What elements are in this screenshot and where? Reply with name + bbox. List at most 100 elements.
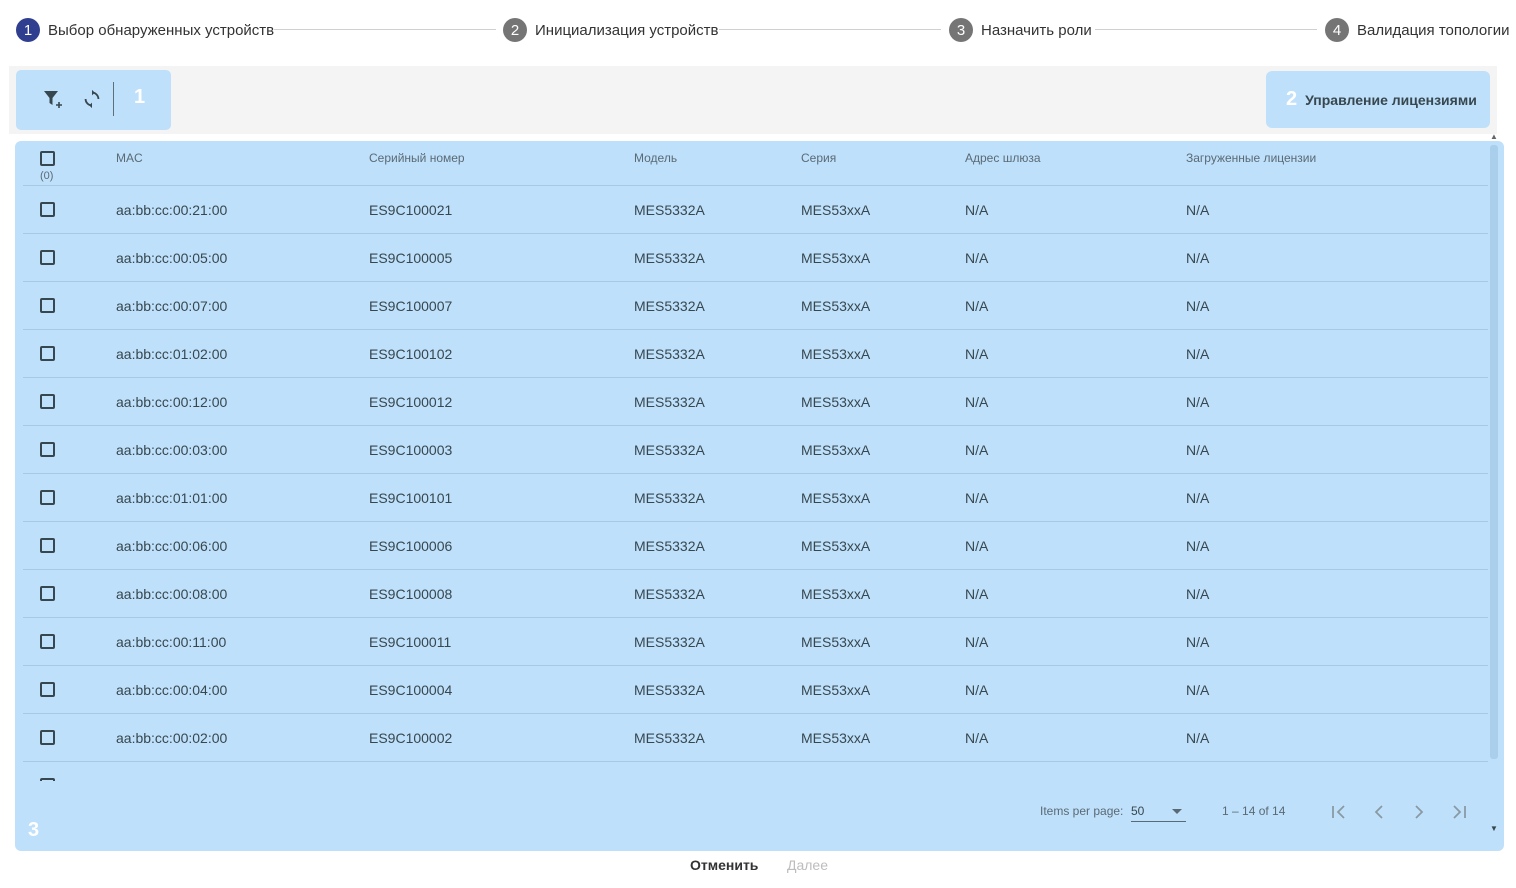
model-cell: MES5332A — [634, 250, 705, 266]
licenses-cell: N/A — [1186, 730, 1210, 746]
mac-cell: aa:bb:cc:00:08:00 — [116, 586, 228, 602]
first-page-icon[interactable] — [1327, 800, 1351, 824]
model-cell: MES5332A — [634, 730, 705, 746]
gateway-cell: N/A — [965, 346, 989, 362]
serial-cell: ES9C100012 — [369, 394, 453, 410]
licenses-cell: N/A — [1186, 394, 1210, 410]
next-button[interactable]: Далее — [787, 857, 828, 873]
series-cell: MES53xxA — [801, 298, 871, 314]
cancel-button[interactable]: Отменить — [690, 857, 758, 873]
table-row[interactable]: aa:bb:cc:00:12:00 ES9C100012 MES5332A MES53… — [23, 378, 1488, 426]
row-checkbox[interactable] — [40, 778, 55, 781]
model-cell: MES5332A — [634, 298, 705, 314]
row-checkbox[interactable] — [40, 682, 55, 697]
chevron-down-icon — [1172, 809, 1182, 814]
model-cell: MES5332A — [634, 682, 705, 698]
serial-cell: ES9C100011 — [369, 634, 452, 650]
column-header-series[interactable]: Серия — [801, 151, 836, 165]
items-per-page-label: Items per page: — [1040, 804, 1124, 818]
table-row[interactable]: aa:bb:cc:00:04:00 ES9C100004 MES5332A MES53… — [23, 666, 1488, 714]
gateway-cell: N/A — [965, 394, 989, 410]
mac-cell: aa:bb:cc:00:02:00 — [116, 730, 228, 746]
gateway-cell: N/A — [965, 298, 989, 314]
table-row[interactable]: aa:bb:cc:00:11:00 ES9C100011 MES5332A MES53… — [23, 618, 1488, 666]
step-validate-topology[interactable]: 4 Валидация топологии — [1325, 18, 1510, 42]
filter-add-icon[interactable] — [40, 86, 66, 112]
series-cell: MES53xxA — [801, 586, 871, 602]
table-row[interactable]: aa:bb:cc:00:06:00 ES9C100006 MES5332A MES53… — [23, 522, 1488, 570]
row-checkbox[interactable] — [40, 394, 55, 409]
license-management-button[interactable]: 2 Управление лицензиями — [1266, 71, 1490, 128]
table-row[interactable]: aa:bb:cc:01:02:00 ES9C100102 MES5332A MES53… — [23, 330, 1488, 378]
scroll-down-arrow[interactable]: ▼ — [1490, 824, 1498, 833]
gateway-cell: N/A — [965, 442, 989, 458]
step-label: Назначить роли — [981, 21, 1092, 39]
step-connector — [719, 29, 941, 30]
mac-cell: aa:bb:cc:00:11:00 — [116, 634, 227, 650]
last-page-icon[interactable] — [1447, 800, 1471, 824]
model-cell: MES5332A — [634, 634, 705, 650]
series-cell: MES53xxA — [801, 394, 871, 410]
model-cell: MES5332A — [634, 538, 705, 554]
row-checkbox[interactable] — [40, 634, 55, 649]
row-checkbox[interactable] — [40, 346, 55, 361]
serial-cell: ES9C100101 — [369, 490, 453, 506]
gateway-cell: N/A — [965, 778, 988, 781]
step-assign-roles[interactable]: 3 Назначить роли — [949, 18, 1092, 42]
column-header-serial[interactable]: Серийный номер — [369, 151, 465, 165]
table-row[interactable]: aa:bb:cc:00:07:00 ES9C100007 MES5332A MES53… — [23, 282, 1488, 330]
select-all-checkbox[interactable] — [40, 151, 55, 166]
step-number: 2 — [503, 18, 527, 42]
gateway-cell: N/A — [965, 682, 989, 698]
licenses-cell: N/A — [1186, 586, 1210, 602]
step-init-devices[interactable]: 2 Инициализация устройств — [503, 18, 718, 42]
row-checkbox[interactable] — [40, 730, 55, 745]
items-per-page-select[interactable]: 50 — [1131, 802, 1186, 822]
step-connector — [274, 29, 496, 30]
row-checkbox[interactable] — [40, 538, 55, 553]
table-row[interactable]: aa:bb:cc:00:22:00 ES9C100022 MES5332A MES53… — [23, 762, 1488, 781]
step-label: Выбор обнаруженных устройств — [48, 21, 275, 39]
step-select-devices[interactable]: 1 Выбор обнаруженных устройств — [16, 18, 274, 42]
column-header-gateway[interactable]: Адрес шлюза — [965, 151, 1041, 165]
column-header-licenses[interactable]: Загруженные лицензии — [1186, 151, 1316, 165]
gateway-cell: N/A — [965, 490, 989, 506]
step-number: 3 — [949, 18, 973, 42]
licenses-cell: N/A — [1186, 298, 1210, 314]
serial-cell: ES9C100021 — [369, 202, 453, 218]
model-cell: MES5332A — [634, 778, 705, 781]
row-checkbox[interactable] — [40, 586, 55, 601]
column-header-mac[interactable]: MAC — [116, 151, 143, 165]
items-per-page-value: 50 — [1131, 804, 1145, 818]
row-checkbox[interactable] — [40, 298, 55, 313]
series-cell: MES53xxA — [801, 442, 871, 458]
table-row[interactable]: aa:bb:cc:00:21:00 ES9C100021 MES5332A MES53… — [23, 186, 1488, 234]
stepper: 1 Выбор обнаруженных устройств 2 Инициал… — [0, 0, 1516, 60]
gateway-cell: N/A — [965, 538, 989, 554]
serial-cell: ES9C100002 — [369, 730, 453, 746]
licenses-cell: N/A — [1186, 346, 1210, 362]
next-page-icon[interactable] — [1407, 800, 1431, 824]
refresh-icon[interactable] — [79, 86, 105, 112]
mac-cell: aa:bb:cc:00:21:00 — [116, 202, 228, 218]
page-range: 1 – 14 of 14 — [1222, 804, 1286, 818]
row-checkbox[interactable] — [40, 442, 55, 457]
table-row[interactable]: aa:bb:cc:00:03:00 ES9C100003 MES5332A MES53… — [23, 426, 1488, 474]
row-checkbox[interactable] — [40, 490, 55, 505]
scroll-up-arrow[interactable]: ▲ — [1490, 132, 1498, 141]
table-row[interactable]: aa:bb:cc:01:01:00 ES9C100101 MES5332A MES53… — [23, 474, 1488, 522]
table-row[interactable]: aa:bb:cc:00:02:00 ES9C100002 MES5332A MES53… — [23, 714, 1488, 762]
row-checkbox[interactable] — [40, 250, 55, 265]
serial-cell: ES9C100007 — [369, 298, 453, 314]
previous-page-icon[interactable] — [1367, 800, 1391, 824]
column-header-model[interactable]: Модель — [634, 151, 677, 165]
step-connector — [1095, 29, 1317, 30]
table-row[interactable]: aa:bb:cc:00:05:00 ES9C100005 MES5332A MES53… — [23, 234, 1488, 282]
serial-cell: ES9C100006 — [369, 538, 453, 554]
serial-cell: ES9C100008 — [369, 586, 453, 602]
row-checkbox[interactable] — [40, 202, 55, 217]
table-row[interactable]: aa:bb:cc:00:08:00 ES9C100008 MES5332A MES53… — [23, 570, 1488, 618]
licenses-cell: N/A — [1186, 538, 1210, 554]
table-scrollbar[interactable] — [1490, 145, 1498, 759]
devices-table: (0) MAC Серийный номер Модель Серия Адре… — [15, 141, 1504, 851]
